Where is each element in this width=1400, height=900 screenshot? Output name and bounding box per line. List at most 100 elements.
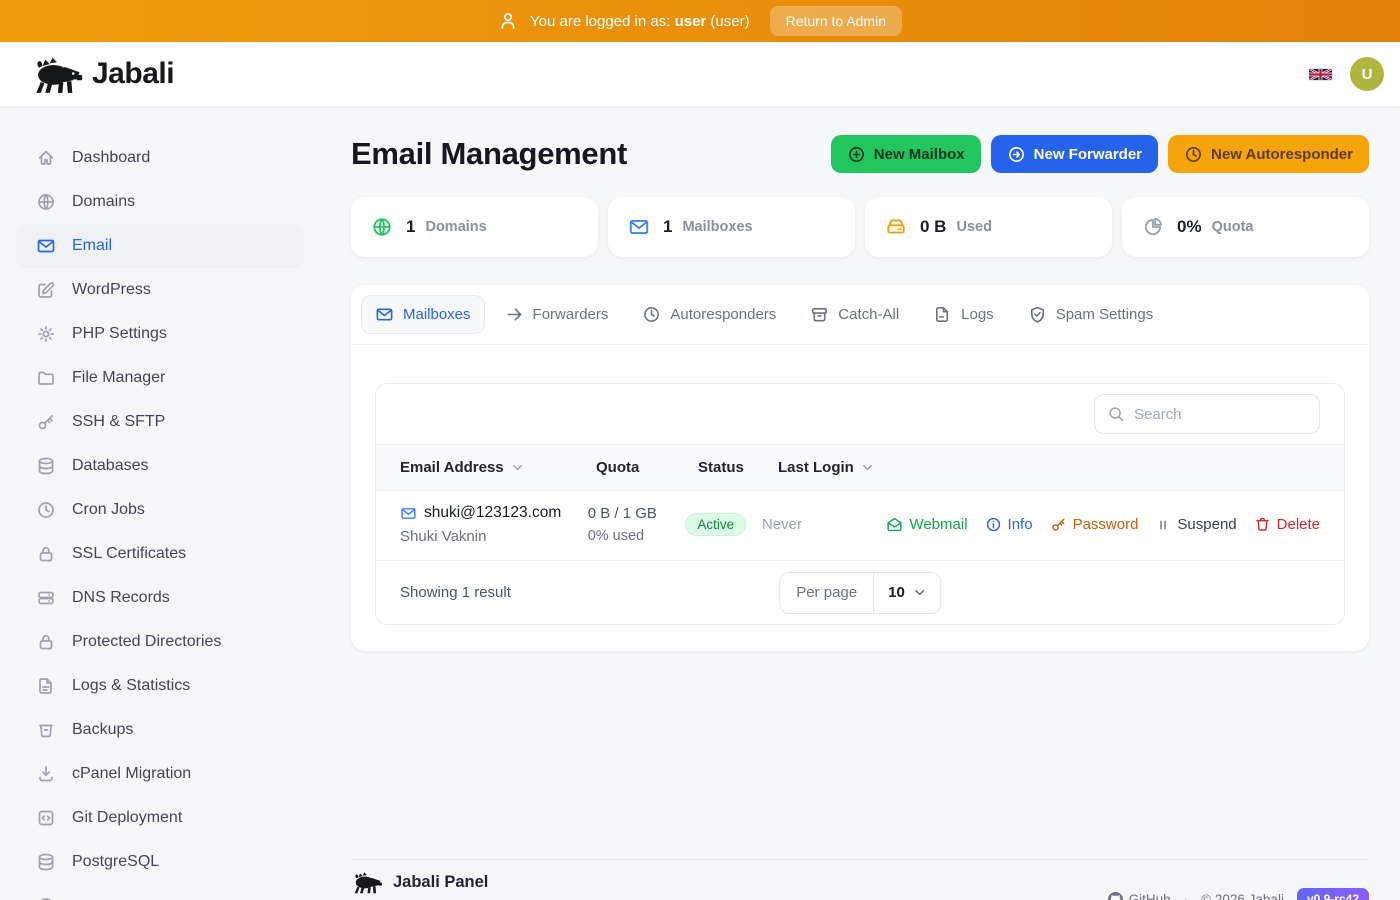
new-autoresponder-button[interactable]: New Autoresponder	[1168, 135, 1369, 173]
file-icon	[933, 305, 952, 324]
new-forwarder-button[interactable]: New Forwarder	[990, 135, 1159, 173]
sidebar-item-postgresql[interactable]: PostgreSQL	[16, 840, 304, 884]
clock-icon	[36, 500, 56, 520]
info-action[interactable]: Info	[985, 516, 1033, 533]
table-row: shuki@123123.com Shuki Vaknin 0 B / 1 GB…	[376, 491, 1344, 560]
tab-logs[interactable]: Logs	[919, 295, 1008, 334]
brand-name: Jabali	[92, 57, 175, 90]
suspend-action[interactable]: Suspend	[1155, 516, 1237, 533]
search-input[interactable]	[1134, 405, 1307, 423]
pause-icon	[1155, 517, 1171, 533]
delete-action[interactable]: Delete	[1254, 516, 1320, 533]
stat-value: 1	[406, 217, 416, 236]
mail-icon	[375, 305, 394, 324]
shield-check-icon	[1028, 305, 1047, 324]
sidebar-item-databases[interactable]: Databases	[16, 444, 304, 488]
tab-catch-all[interactable]: Catch-All	[796, 295, 913, 334]
key-icon	[1050, 516, 1067, 533]
column-status: Status	[698, 459, 744, 476]
tab-spam-settings[interactable]: Spam Settings	[1014, 295, 1168, 334]
file-text-icon	[36, 676, 56, 696]
per-page-control: Per page 10	[779, 571, 941, 614]
column-last-login[interactable]: Last Login	[778, 459, 908, 476]
folder-icon	[36, 368, 56, 388]
login-username: user	[674, 12, 707, 30]
stat-value: 1	[663, 217, 673, 236]
mail-icon	[628, 216, 650, 238]
lock-icon	[36, 544, 56, 564]
mail-open-icon	[886, 516, 903, 533]
sidebar-item-email[interactable]: Email	[16, 224, 304, 268]
boar-logo-icon	[351, 870, 383, 894]
main-content: Email Management New Mailbox New Forward…	[320, 106, 1400, 900]
stat-label: Quota	[1211, 219, 1254, 235]
sidebar-item-file-manager[interactable]: File Manager	[16, 356, 304, 400]
clock-icon	[642, 305, 661, 324]
brand-logo[interactable]: Jabali	[30, 54, 175, 94]
server-icon	[36, 588, 56, 608]
sidebar-item-dashboard[interactable]: Dashboard	[16, 136, 304, 180]
boar-logo-icon	[30, 54, 84, 94]
sidebar-item-php-settings[interactable]: PHP Settings	[16, 312, 304, 356]
footer-copyright: © 2026 Jabali	[1201, 891, 1284, 900]
tab-autoresponders[interactable]: Autoresponders	[628, 295, 790, 334]
stat-label: Mailboxes	[682, 219, 753, 235]
last-login-value: Never	[761, 516, 802, 533]
code-icon	[36, 808, 56, 828]
login-role: (user)	[710, 12, 750, 30]
user-avatar[interactable]: U	[1350, 57, 1384, 91]
database-icon	[36, 852, 56, 872]
mailbox-email: shuki@123123.com	[424, 504, 562, 521]
sidebar-item-partial[interactable]	[16, 884, 304, 900]
sidebar-item-cron-jobs[interactable]: Cron Jobs	[16, 488, 304, 532]
sidebar-item-protected-directories[interactable]: Protected Directories	[16, 620, 304, 664]
chevron-down-icon	[861, 461, 874, 474]
results-count: Showing 1 result	[400, 584, 511, 601]
stat-value: 0 B	[920, 217, 947, 236]
tab-mailboxes[interactable]: Mailboxes	[361, 295, 485, 334]
lock-icon	[36, 632, 56, 652]
info-circle-icon	[985, 516, 1002, 533]
chevron-down-icon	[913, 586, 926, 599]
stat-card-used: 0 B Used	[865, 197, 1112, 257]
stat-card-mailboxes: 1 Mailboxes	[608, 197, 855, 257]
sidebar: Dashboard Domains Email WordPress PHP Se…	[0, 106, 320, 900]
sidebar-item-domains[interactable]: Domains	[16, 180, 304, 224]
password-action[interactable]: Password	[1050, 516, 1138, 533]
sidebar-item-ssh-sftp[interactable]: SSH & SFTP	[16, 400, 304, 444]
per-page-select[interactable]: 10	[873, 572, 940, 613]
sidebar-item-git-deployment[interactable]: Git Deployment	[16, 796, 304, 840]
sidebar-item-ssl-certificates[interactable]: SSL Certificates	[16, 532, 304, 576]
github-link[interactable]: GitHub	[1107, 891, 1171, 900]
column-quota: Quota	[596, 459, 640, 476]
tab-bar: Mailboxes Forwarders Autoresponders Catc…	[351, 285, 1369, 345]
table-header: Email Address Quota Status Last Login	[376, 444, 1344, 491]
email-panel: Mailboxes Forwarders Autoresponders Catc…	[351, 285, 1369, 651]
sidebar-item-backups[interactable]: Backups	[16, 708, 304, 752]
github-icon	[1107, 891, 1123, 900]
sidebar-item-logs-statistics[interactable]: Logs & Statistics	[16, 664, 304, 708]
home-icon	[36, 148, 56, 168]
language-flag-uk-icon[interactable]	[1309, 67, 1332, 82]
sidebar-item-dns-records[interactable]: DNS Records	[16, 576, 304, 620]
footer-brand: Jabali Panel	[393, 873, 489, 891]
arrow-right-circle-icon	[1007, 145, 1026, 164]
version-badge: v0.9-rc42	[1296, 888, 1369, 900]
tab-forwarders[interactable]: Forwarders	[491, 295, 623, 334]
mail-icon	[36, 236, 56, 256]
new-mailbox-button[interactable]: New Mailbox	[830, 135, 981, 173]
inbox-icon	[810, 305, 829, 324]
globe-icon	[36, 192, 56, 212]
column-email-address[interactable]: Email Address	[400, 459, 596, 476]
webmail-action[interactable]: Webmail	[886, 516, 968, 533]
sidebar-item-cpanel-migration[interactable]: cPanel Migration	[16, 752, 304, 796]
page-title: Email Management	[351, 136, 628, 171]
search-box	[1094, 394, 1320, 434]
sidebar-item-wordpress[interactable]: WordPress	[16, 268, 304, 312]
user-icon	[498, 11, 518, 31]
stat-label: Domains	[425, 219, 487, 235]
stat-label: Used	[956, 219, 992, 235]
quota-value: 0 B / 1 GB	[587, 505, 657, 522]
quota-used-percent: 0% used	[587, 528, 645, 544]
return-to-admin-button[interactable]: Return to Admin	[769, 6, 902, 36]
